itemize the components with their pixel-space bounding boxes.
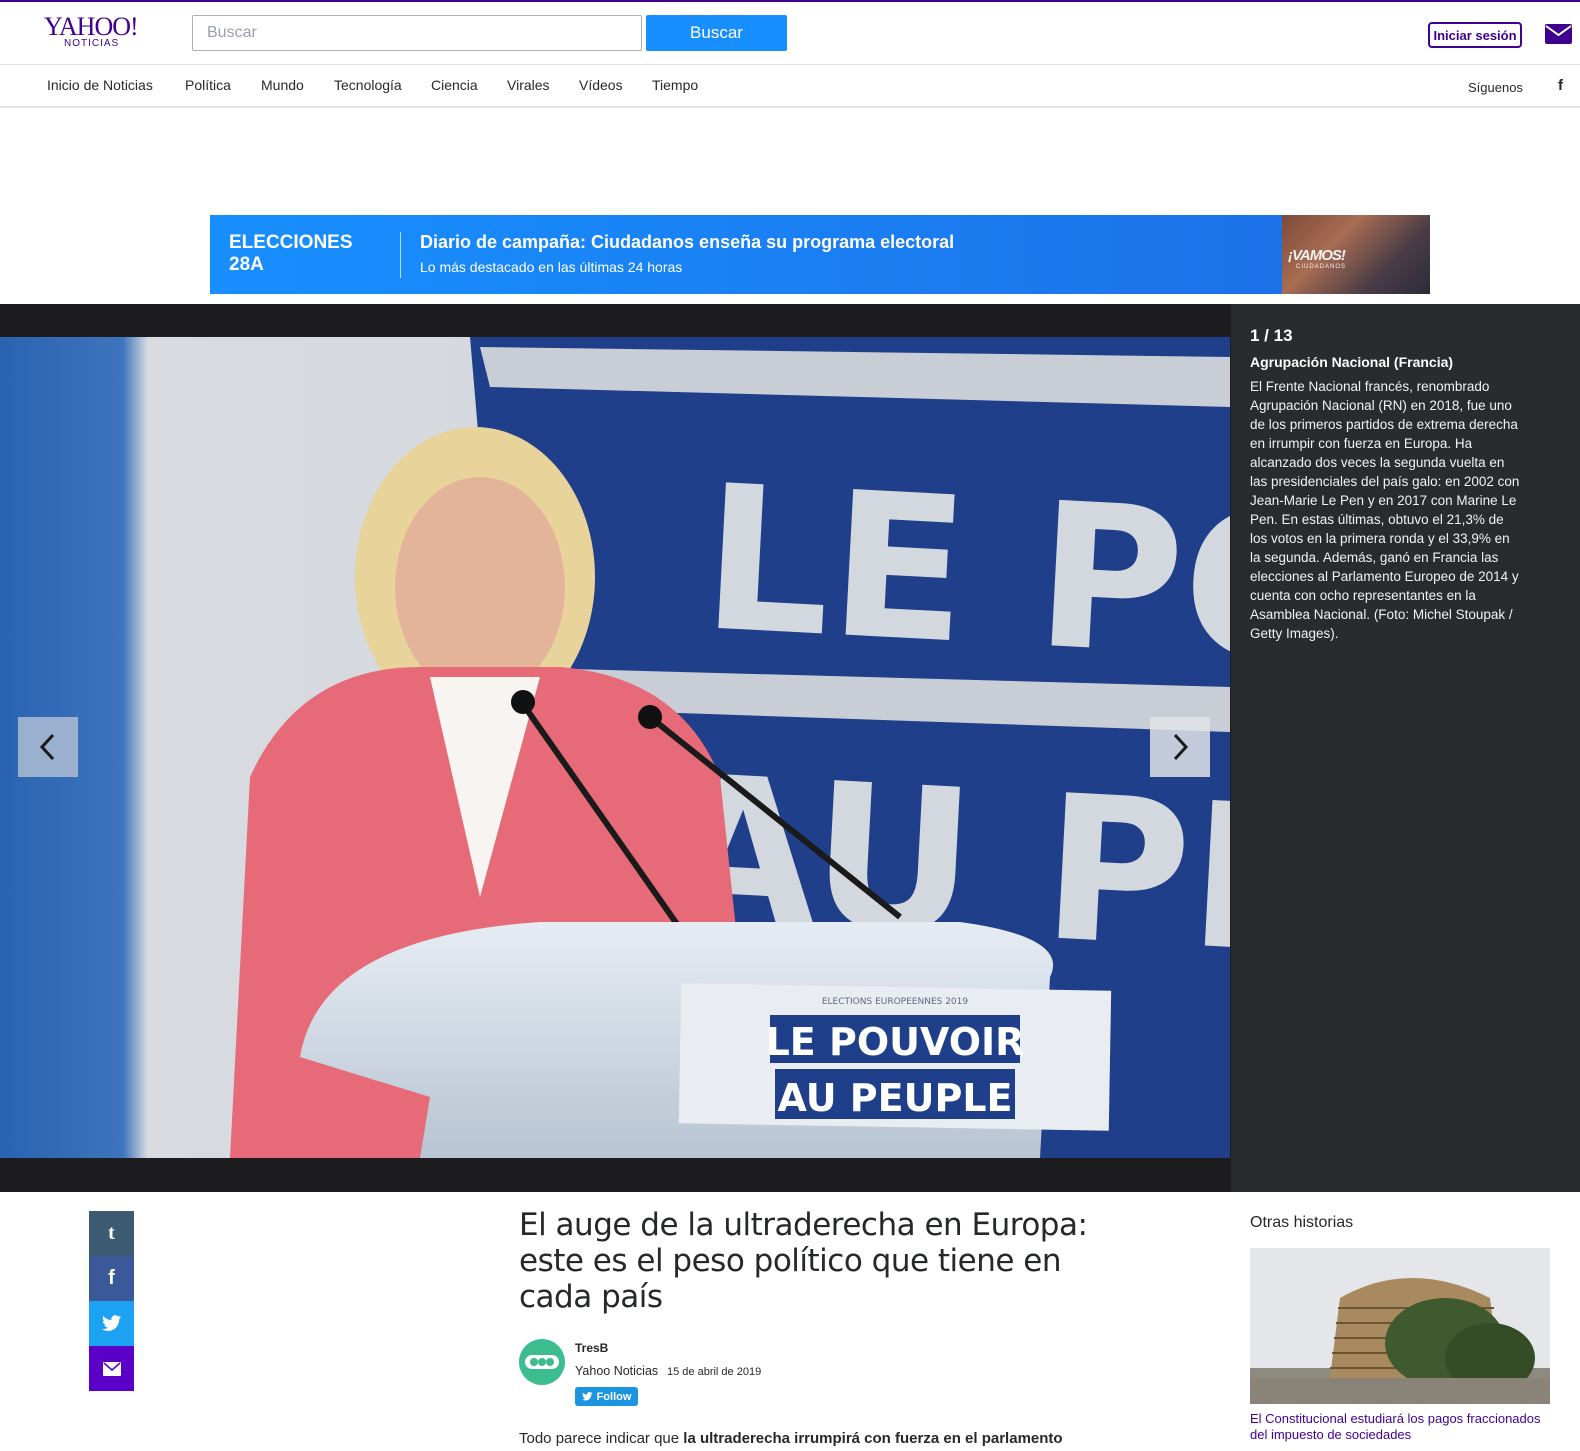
search-button[interactable]: Buscar [646,15,787,51]
avatar-dot [538,1358,546,1366]
tumblr-share-button[interactable]: t [89,1211,134,1256]
slide-caption-panel: 1 / 13 Agrupación Nacional (Francia) El … [1231,304,1580,1192]
slideshow-photo[interactable]: LE POU AU PE ELECTIONS EUROPEENNES 2019 … [0,337,1230,1158]
site-header: YAHOO! NOTICIAS Buscar Iniciar sesión [0,2,1580,65]
share-bar: t f [89,1211,134,1391]
banner-thumbnail[interactable]: ¡VAMOS! CIUDADANOS [1282,215,1430,294]
slide-caption-title: Agrupación Nacional (Francia) [1250,354,1454,370]
photo-illustration: LE POU AU PE ELECTIONS EUROPEENNES 2019 … [0,337,1230,1158]
podium-sign-line2: AU PEUPLE [777,1076,1012,1120]
other-stories-heading: Otras historias [1250,1214,1354,1231]
article-lead: Todo parece indicar que la ultraderecha … [519,1430,1159,1447]
mail-icon[interactable] [1545,24,1572,44]
banner-divider [400,232,401,278]
facebook-share-button[interactable]: f [89,1256,134,1301]
facebook-icon[interactable]: f [1558,77,1563,94]
podium-sign-line1: LE POUVOIR [766,1020,1025,1064]
follow-us-label: Síguenos [1468,80,1523,95]
article-headline: El auge de la ultraderecha en Europa: es… [519,1207,1088,1315]
nav-item-inicio[interactable]: Inicio de Noticias [47,77,153,93]
follow-label: Follow [596,1390,632,1403]
mail-share-button[interactable] [89,1346,134,1391]
thumbnail-subtext: CIUDADANOS [1296,264,1347,270]
author-name[interactable]: TresB [575,1341,608,1355]
podium-sign-small: ELECTIONS EUROPEENNES 2019 [822,997,969,1007]
nav-item-politica[interactable]: Política [185,77,231,93]
nav-item-virales[interactable]: Virales [507,77,550,93]
elections-tag-line2: 28A [229,254,264,275]
slide-caption-text: El Frente Nacional francés, renombrado A… [1250,379,1520,641]
signin-button[interactable]: Iniciar sesión [1428,22,1522,48]
story-title-link[interactable]: El Constitucional estudiará los pagos fr… [1250,1411,1550,1443]
main-nav: Inicio de Noticias Política Mundo Tecnol… [0,65,1580,108]
avatar-dot [530,1358,538,1366]
story-thumbnail[interactable] [1250,1248,1550,1404]
story-image [1250,1248,1550,1404]
banner-title[interactable]: Diario de campaña: Ciudadanos enseña su … [420,232,954,253]
background-sign-line1: LE POU [697,442,1230,717]
provider-name[interactable]: Yahoo Noticias [575,1364,658,1378]
previous-slide-button[interactable] [18,717,78,777]
thumbnail-text: ¡VAMOS! [1288,247,1346,264]
slide-counter: 1 / 13 [1250,326,1293,345]
chevron-right-icon [1173,733,1189,761]
next-slide-button[interactable] [1150,717,1210,777]
twitter-icon [101,1315,121,1331]
avatar-dot [546,1358,554,1366]
elections-tag: ELECCIONES 28A [229,232,353,276]
logo-sub: NOTICIAS [64,38,120,49]
author-avatar[interactable] [519,1339,565,1385]
twitter-bird-icon [581,1392,593,1401]
nav-item-tecnologia[interactable]: Tecnología [334,77,402,93]
nav-item-ciencia[interactable]: Ciencia [431,77,478,93]
nav-item-videos[interactable]: Vídeos [579,77,623,93]
elections-banner[interactable]: ELECCIONES 28A Diario de campaña: Ciudad… [210,215,1430,294]
envelope-icon [102,1361,121,1376]
publish-date: 15 de abril de 2019 [667,1366,762,1378]
lead-text: Todo parece indicar que [519,1430,684,1447]
elections-tag-line1: ELECCIONES [229,232,353,253]
logo-main: YAHOO! [44,12,139,41]
search-input[interactable] [192,15,642,51]
twitter-follow-button[interactable]: Follow [575,1387,638,1406]
nav-item-mundo[interactable]: Mundo [261,77,304,93]
twitter-share-button[interactable] [89,1301,134,1346]
yahoo-noticias-logo[interactable]: YAHOO! NOTICIAS [44,14,144,54]
lead-bold-text: la ultraderecha irrumpirá con fuerza en … [683,1430,1063,1447]
banner-subtitle: Lo más destacado en las últimas 24 horas [420,259,683,275]
nav-item-tiempo[interactable]: Tiempo [652,77,698,93]
chevron-left-icon [39,733,55,761]
